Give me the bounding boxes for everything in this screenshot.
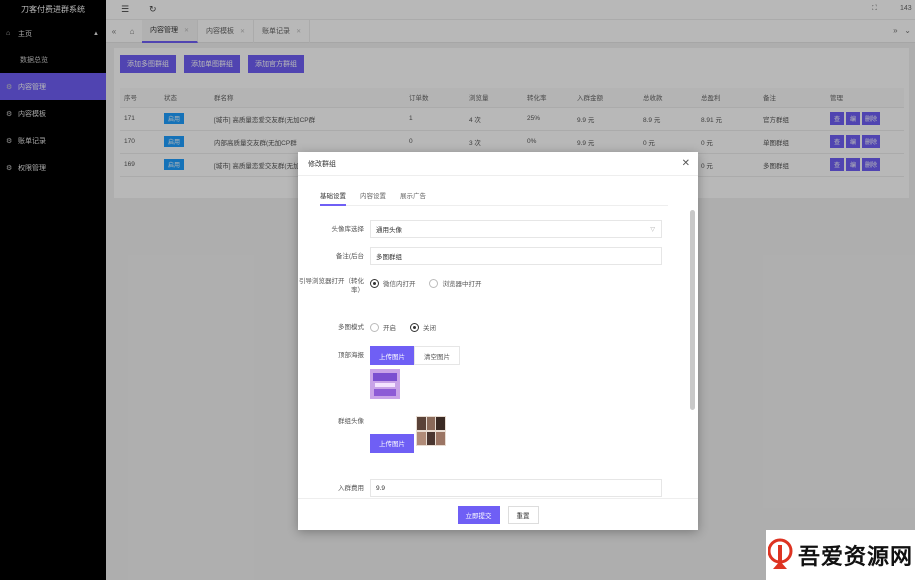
reset-button[interactable]: 重置 — [507, 505, 539, 524]
fee-input[interactable]: 9.9 — [370, 479, 662, 497]
avatar-lib-label: 头像库选择 — [331, 225, 365, 233]
radio-wechat-open[interactable]: 微信内打开 — [370, 278, 416, 288]
upload-banner-button[interactable]: 上传图片 — [370, 346, 414, 365]
watermark-text: 吾爱资源网 — [798, 544, 914, 570]
fee-label: 入群费用 — [338, 484, 364, 492]
open-mode-label: 引导浏览器打开（转化率） — [299, 278, 364, 294]
banner-thumbnail — [370, 369, 400, 399]
tab-basic[interactable]: 基础设置 — [320, 190, 346, 206]
close-icon[interactable]: ✕ — [682, 158, 690, 169]
submit-button[interactable]: 立即提交 — [457, 505, 500, 524]
note-label: 备注(后台 — [335, 252, 364, 260]
watermark-logo-icon — [768, 538, 793, 569]
modal-body: 基础设置 内容设置 展示广告 头像库选择 通用头像 ▽ 备注(后台 多图群组 引… — [298, 176, 698, 498]
radio-multi-off[interactable]: 关闭 — [409, 322, 436, 332]
radio-browser-open[interactable]: 浏览器中打开 — [429, 278, 481, 288]
chevron-down-icon: ▽ — [650, 226, 655, 233]
multi-mode-label: 多图模式 — [338, 324, 364, 332]
watermark: 吾爱资源网 — [766, 530, 915, 580]
modal-title: 修改群组 — [298, 152, 698, 176]
top-banner-label: 顶部海报 — [338, 352, 364, 359]
group-avatar-label: 群组头像 — [338, 418, 364, 425]
note-input[interactable]: 多图群组 — [370, 247, 662, 265]
avatar-lib-select[interactable]: 通用头像 ▽ — [370, 220, 662, 238]
tab-ads[interactable]: 展示广告 — [400, 190, 426, 206]
radio-multi-on[interactable]: 开启 — [370, 322, 396, 332]
modal-scrollbar[interactable] — [690, 210, 695, 410]
edit-group-modal: 修改群组 ✕ 基础设置 内容设置 展示广告 头像库选择 通用头像 ▽ 备注(后台… — [298, 152, 698, 530]
clear-banner-button[interactable]: 清空图片 — [414, 346, 460, 365]
upload-avatar-button[interactable]: 上传图片 — [370, 433, 414, 453]
tab-content[interactable]: 内容设置 — [360, 190, 386, 206]
group-avatar-thumbnail — [415, 416, 446, 446]
